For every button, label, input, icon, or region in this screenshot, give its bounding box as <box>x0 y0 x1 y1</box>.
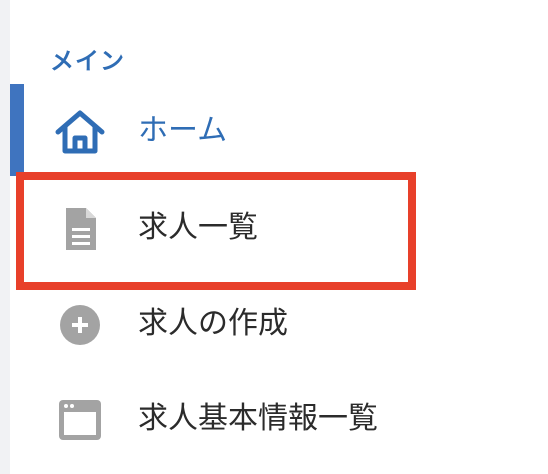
plus-circle-icon <box>60 305 100 345</box>
sidebar-item-label: 求人一覧 <box>138 210 258 245</box>
sidebar-item-label: 求人の作成 <box>138 306 288 341</box>
sidebar-edge <box>0 0 10 474</box>
window-icon <box>59 400 101 440</box>
sidebar-item-label: ホーム <box>138 113 228 148</box>
sidebar-section-label: メイン <box>50 47 125 75</box>
sidebar-item-label: 求人基本情報一覧 <box>138 401 378 436</box>
sidebar-item-create-job[interactable]: 求人の作成 <box>10 284 530 364</box>
sidebar-item-job-basic-info-list[interactable]: 求人基本情報一覧 <box>10 379 530 459</box>
sidebar-item-job-list[interactable]: 求人一覧 <box>10 188 530 268</box>
sidebar-item-home[interactable]: ホーム <box>10 91 530 171</box>
document-icon <box>66 208 96 250</box>
home-icon <box>55 110 105 154</box>
